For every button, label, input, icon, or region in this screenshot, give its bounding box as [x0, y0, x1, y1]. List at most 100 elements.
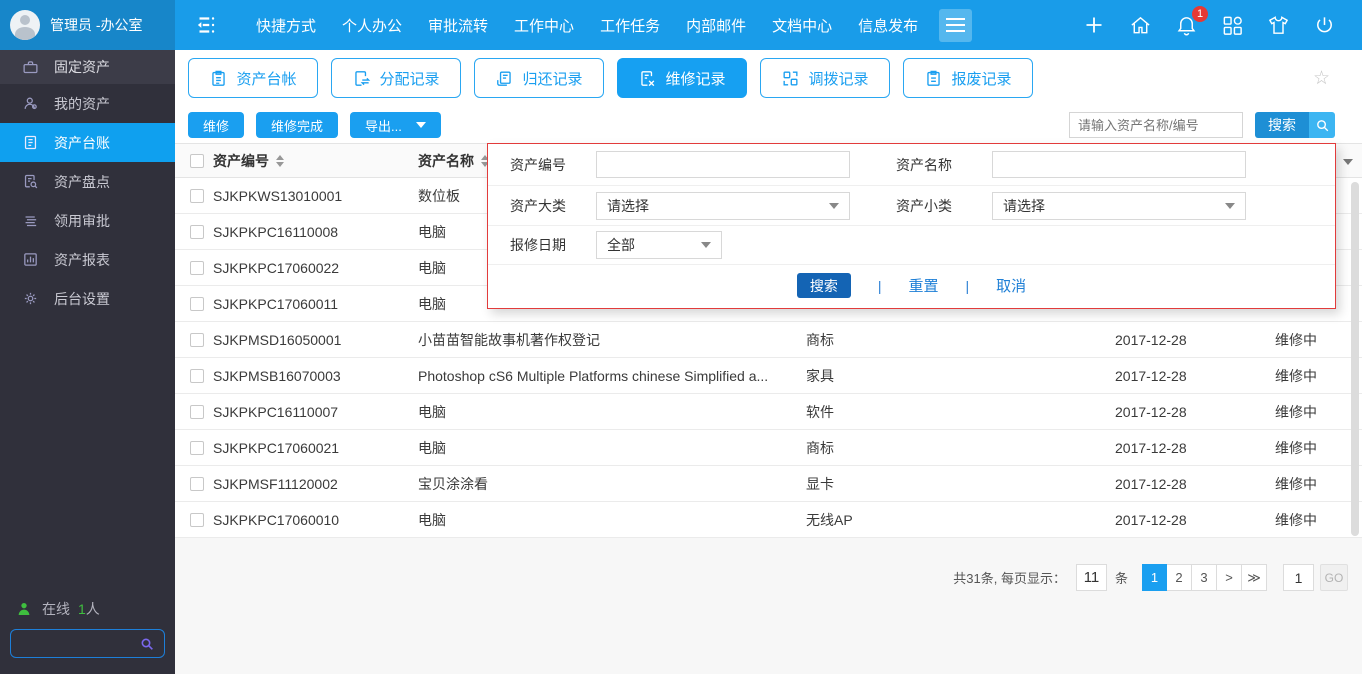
chevron-down-icon	[415, 122, 426, 128]
tab-repair-records[interactable]: 维修记录	[617, 58, 747, 98]
page-button-1[interactable]: 1	[1142, 564, 1167, 591]
pagination-summary: 共31条, 每页显示：	[953, 571, 1066, 586]
row-checkbox[interactable]	[190, 224, 204, 239]
theme-shirt-icon[interactable]	[1267, 14, 1290, 37]
sidebar-search-icon[interactable]	[139, 636, 155, 652]
column-picker-icon[interactable]	[1343, 159, 1353, 165]
row-checkbox[interactable]	[190, 296, 204, 311]
asset-major-select[interactable]: 请选择	[596, 191, 850, 220]
asset-search-input[interactable]	[1069, 112, 1243, 138]
separator: |	[965, 277, 970, 294]
sidebar-item-asset-reports[interactable]: 资产报表	[0, 240, 175, 279]
sidebar-item-requisition-approval[interactable]: 领用审批	[0, 201, 175, 240]
favorite-star-icon[interactable]: ☆	[1313, 67, 1330, 90]
topbar-icon-group: 1	[1082, 5, 1362, 37]
sidebar-bottom: 在线 1人	[10, 599, 165, 658]
notification-badge: 1	[1192, 5, 1208, 22]
table-row[interactable]: SJKPKPC17060021 电脑 商标 2017-12-28 维修中	[175, 430, 1362, 466]
apps-grid-icon[interactable]	[1221, 14, 1244, 37]
column-asset-name[interactable]: 资产名称	[418, 151, 474, 171]
separator: |	[877, 277, 882, 294]
export-dropdown-button[interactable]: 导出...	[350, 112, 441, 138]
page-button-3[interactable]: 3	[1192, 564, 1217, 591]
user-area[interactable]: 管理员 -办公室	[0, 0, 175, 50]
nav-personal-office[interactable]: 个人办公	[329, 15, 415, 36]
online-status: 在线 1人	[16, 599, 165, 619]
row-checkbox[interactable]	[190, 260, 204, 275]
row-checkbox[interactable]	[190, 188, 204, 203]
next-page-button[interactable]: >	[1217, 564, 1242, 591]
last-page-button[interactable]: ≫	[1242, 564, 1267, 591]
tab-scrap-records[interactable]: 报废记录	[903, 58, 1033, 98]
filter-row-2: 资产大类 请选择 资产小类 请选择	[488, 186, 1335, 226]
hamburger-menu-icon[interactable]	[939, 8, 973, 42]
row-checkbox[interactable]	[190, 404, 204, 419]
filter-search-button[interactable]: 搜索	[796, 273, 851, 298]
tab-allocation-records[interactable]: 分配记录	[331, 58, 461, 98]
tab-transfer-records[interactable]: 调拨记录	[760, 58, 890, 98]
repair-done-button[interactable]: 维修完成	[256, 112, 339, 138]
nav-info-publish[interactable]: 信息发布	[845, 15, 931, 36]
page-size-box[interactable]: 11	[1075, 564, 1107, 591]
sidebar-item-asset-inventory[interactable]: 资产盘点	[0, 162, 175, 201]
plus-icon[interactable]	[1082, 13, 1106, 37]
vertical-scrollbar[interactable]	[1351, 182, 1359, 536]
row-checkbox[interactable]	[190, 512, 204, 527]
tab-asset-ledger[interactable]: 资产台帐	[188, 58, 318, 98]
page-size-unit: 条	[1114, 571, 1128, 586]
search-magnifier-icon[interactable]	[1309, 112, 1335, 138]
nav-approval-flow[interactable]: 审批流转	[415, 15, 501, 36]
asset-name-label: 资产名称	[896, 156, 952, 173]
tab-label: 维修记录	[665, 70, 726, 88]
asset-minor-label: 资产小类	[896, 197, 952, 214]
nav-internal-mail[interactable]: 内部邮件	[673, 15, 759, 36]
row-checkbox[interactable]	[190, 332, 204, 347]
asset-minor-select[interactable]: 请选择	[992, 191, 1246, 220]
table-row[interactable]: SJKPKPC16110007 电脑 软件 2017-12-28 维修中	[175, 394, 1362, 430]
pagination: 共31条, 每页显示： 11 条 1 2 3 > ≫ GO	[953, 564, 1348, 591]
nav-work-center[interactable]: 工作中心	[501, 15, 587, 36]
power-logout-icon[interactable]	[1313, 14, 1336, 37]
nav-work-tasks[interactable]: 工作任务	[587, 15, 673, 36]
filter-panel: 资产编号 资产名称 资产大类 请选择 资产小类 请选择 报修日期 全部 搜索 |…	[487, 143, 1336, 309]
select-all-checkbox[interactable]	[190, 153, 204, 168]
select-value: 全部	[607, 237, 635, 253]
sidebar-item-my-assets[interactable]: 我的资产	[0, 84, 175, 123]
sidebar-item-asset-ledger[interactable]: 资产台账	[0, 123, 175, 162]
filter-reset-button[interactable]: 重置	[908, 275, 938, 296]
nav-shortcuts[interactable]: 快捷方式	[243, 15, 329, 36]
column-asset-code[interactable]: 资产编号	[213, 151, 269, 171]
search-button[interactable]: 搜索	[1255, 112, 1309, 138]
row-checkbox[interactable]	[190, 368, 204, 383]
collapse-menu-icon[interactable]	[193, 12, 219, 38]
tab-return-records[interactable]: 归还记录	[474, 58, 604, 98]
row-checkbox[interactable]	[190, 476, 204, 491]
goto-page-input[interactable]	[1283, 564, 1314, 591]
filter-row-3: 报修日期 全部	[488, 226, 1335, 265]
sidebar-search-input[interactable]	[20, 636, 139, 651]
table-row[interactable]: SJKPKPC17060010 电脑 无线AP 2017-12-28 维修中	[175, 502, 1362, 538]
table-row[interactable]: SJKPMSD16050001 小苗苗智能故事机著作权登记 商标 2017-12-2…	[175, 322, 1362, 358]
avatar[interactable]	[10, 10, 40, 40]
nav-document-center[interactable]: 文档中心	[759, 15, 845, 36]
go-button[interactable]: GO	[1320, 564, 1348, 591]
swap-blocks-icon	[781, 69, 800, 88]
sidebar-item-backend-settings[interactable]: 后台设置	[0, 279, 175, 318]
asset-name-input[interactable]	[992, 151, 1246, 178]
repair-button[interactable]: 维修	[188, 112, 245, 138]
sidebar-section-fixed-assets[interactable]: 固定资产	[0, 50, 175, 84]
table-row[interactable]: SJKPMSB16070003 Photoshop cS6 Multiple Pl…	[175, 358, 1362, 394]
table-row[interactable]: SJKPMSF11120002 宝贝涂涂看 显卡 2017-12-28 维修中	[175, 466, 1362, 502]
sidebar: 固定资产 我的资产 资产台账 资产盘点 领用审批 资产报表 后台设置 在线 1人	[0, 50, 175, 674]
sort-icon[interactable]	[276, 154, 284, 167]
asset-code-label: 资产编号	[510, 156, 566, 173]
filter-cancel-button[interactable]: 取消	[996, 275, 1026, 296]
row-checkbox[interactable]	[190, 440, 204, 455]
notifications-bell-icon[interactable]: 1	[1175, 5, 1208, 37]
repair-date-select[interactable]: 全部	[596, 231, 722, 259]
asset-major-label: 资产大类	[510, 197, 566, 214]
chevron-down-icon	[1225, 202, 1235, 209]
asset-code-input[interactable]	[596, 151, 850, 178]
page-button-2[interactable]: 2	[1167, 564, 1192, 591]
home-icon[interactable]	[1129, 14, 1152, 37]
